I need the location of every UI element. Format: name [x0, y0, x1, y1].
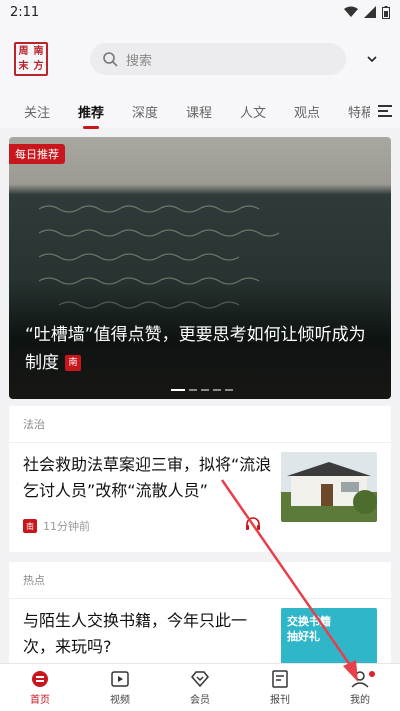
newspaper-icon [270, 669, 290, 688]
chevron-down-icon[interactable] [362, 49, 382, 69]
nav-newspaper[interactable]: 报刊 [240, 664, 320, 711]
status-icons [344, 5, 390, 19]
member-icon [190, 670, 210, 688]
header: 周 南 末 方 搜索 [0, 24, 400, 94]
hero-carousel[interactable]: 每日推荐 “吐槽墙”值得点赞，更要思考如何让倾听成为制度南 [9, 137, 391, 399]
section-label: 法治 [23, 418, 45, 431]
search-placeholder: 搜索 [126, 53, 153, 69]
news-title[interactable]: 社会救助法草案迎三审，拟将“流浪乞讨人员”改称“流散人员” [23, 452, 273, 504]
news-card[interactable]: 法治 社会救助法草案迎三审，拟将“流浪乞讨人员”改称“流散人员” 南 11分钟前 [9, 406, 391, 552]
search-input[interactable]: 搜索 [90, 43, 346, 75]
video-icon [110, 670, 130, 688]
nav-profile[interactable]: 我的 [320, 664, 400, 711]
channel-tabs: 关注 推荐 深度 课程 人文 观点 特稿 [0, 94, 400, 129]
news-title[interactable]: 与陌生人交换书籍，今年只此一次，来玩吗? [23, 608, 273, 660]
tab-courses[interactable]: 课程 [172, 102, 226, 121]
daily-recommend-badge: 每日推荐 [9, 144, 65, 164]
menu-icon[interactable] [370, 94, 400, 128]
bottom-nav: 首页 视频 会员 报刊 我的 [0, 663, 400, 711]
tab-depth[interactable]: 深度 [118, 102, 172, 121]
profile-icon [350, 670, 370, 688]
nav-video[interactable]: 视频 [80, 664, 160, 711]
signal-icon [364, 6, 376, 18]
status-time: 2:11 [10, 4, 40, 20]
status-bar: 2:11 [0, 0, 400, 24]
thumbnail-text: 交换书籍 抽好礼 [287, 615, 331, 643]
search-icon [103, 52, 118, 67]
app-logo[interactable]: 周 南 末 方 [14, 42, 48, 76]
tab-opinion[interactable]: 观点 [280, 102, 334, 121]
news-card[interactable]: 热点 与陌生人交换书籍，今年只此一次，来玩吗? 交换书籍 抽好礼 [9, 562, 391, 678]
nav-member[interactable]: 会员 [160, 664, 240, 711]
wifi-icon [344, 6, 358, 17]
section-label: 热点 [23, 574, 45, 587]
nav-home[interactable]: 首页 [0, 664, 80, 711]
home-icon [30, 670, 50, 688]
battery-icon [382, 5, 390, 19]
news-thumbnail [281, 452, 377, 522]
hero-title[interactable]: “吐槽墙”值得点赞，更要思考如何让倾听成为制度南 [25, 321, 377, 377]
notification-dot [369, 671, 375, 677]
tab-follow[interactable]: 关注 [10, 102, 64, 121]
tab-humanities[interactable]: 人文 [226, 102, 280, 121]
tab-recommend[interactable]: 推荐 [64, 102, 118, 129]
carousel-indicator [171, 389, 233, 391]
source-logo-icon: 南 [65, 355, 81, 371]
publish-time: 11分钟前 [43, 520, 90, 533]
source-logo-icon: 南 [23, 519, 37, 533]
news-meta: 南 11分钟前 [23, 518, 90, 534]
headphones-icon[interactable] [245, 516, 261, 536]
